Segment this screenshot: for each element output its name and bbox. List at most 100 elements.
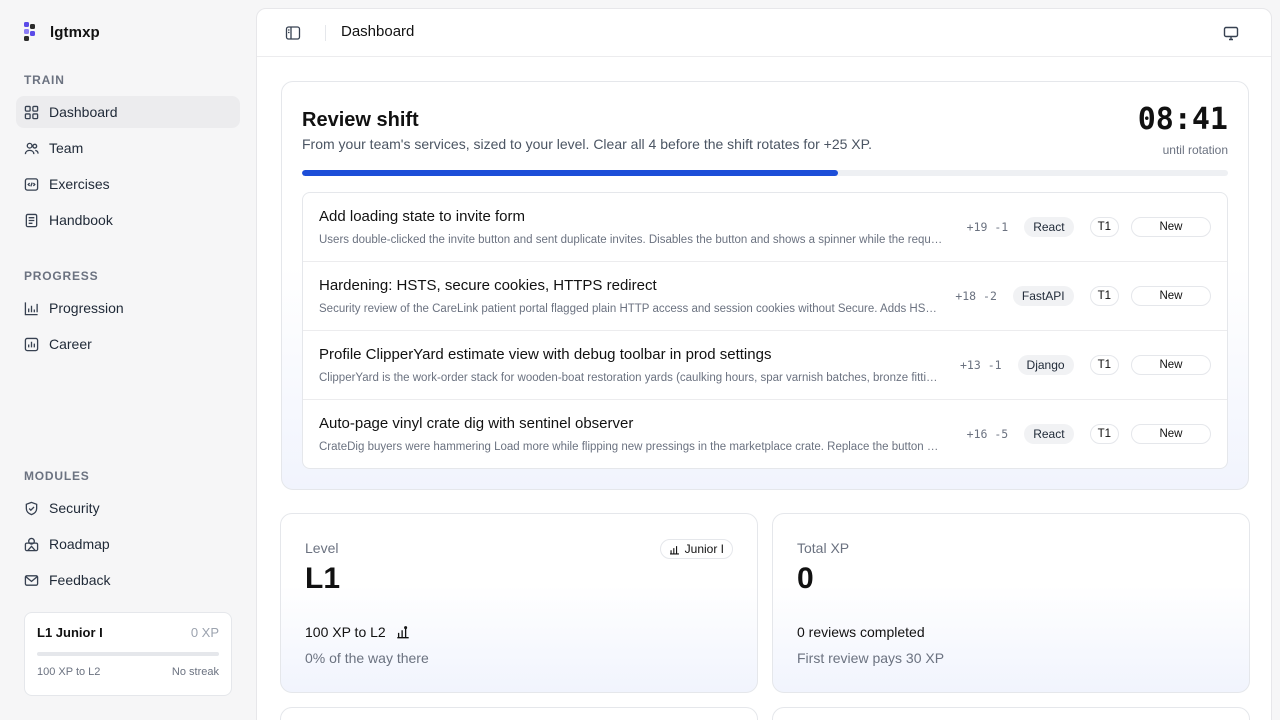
bar-chart-icon	[24, 301, 38, 315]
user-level-title: L1 Junior I	[37, 625, 103, 640]
lines-removed: -2	[983, 289, 997, 303]
user-streak: No streak	[171, 666, 219, 678]
lines-added: +13	[959, 358, 981, 372]
lines-removed: -1	[994, 220, 1009, 234]
level-card: Level Junior I L1 100 XP to L2 0% of the…	[280, 513, 758, 693]
app-name: lgtmxp	[50, 23, 100, 41]
task-description: Users double-clicked the invite button a…	[319, 234, 943, 246]
sidebar-item-career[interactable]: Career	[16, 328, 240, 360]
xp-value: 0	[797, 562, 814, 595]
task-description: ClipperYard is the work-order stack for …	[319, 372, 943, 384]
task-title: Profile ClipperYard estimate view with d…	[319, 346, 772, 363]
task-row[interactable]: Hardening: HSTS, secure cookies, HTTPS r…	[303, 262, 1227, 331]
section-label-progress: PROGRESS	[24, 269, 99, 283]
status-badge: New	[1131, 355, 1211, 375]
user-level-card[interactable]: L1 Junior I 0 XP 100 XP to L2 No streak	[24, 612, 232, 696]
sidebar-item-label: Feedback	[49, 572, 111, 588]
lines-removed: -1	[987, 358, 1002, 372]
mail-icon	[24, 574, 39, 586]
divider	[325, 25, 326, 41]
rank-badge: Junior I	[659, 539, 733, 559]
lines-added: +18	[955, 289, 977, 303]
stack-badge: FastAPI	[1012, 286, 1074, 306]
users-icon	[24, 142, 39, 154]
sidebar-item-handbook[interactable]: Handbook	[16, 204, 240, 236]
task-title: Add loading state to invite form	[319, 208, 525, 225]
tier-badge: T1	[1089, 217, 1119, 237]
sidebar-item-exercises[interactable]: Exercises	[16, 168, 240, 200]
sidebar-item-label: Roadmap	[49, 536, 110, 552]
tier-badge: T1	[1089, 424, 1119, 444]
task-meta: +19 -1 React T1 New	[967, 217, 1211, 237]
task-list: Add loading state to invite form Users d…	[302, 192, 1228, 469]
task-description: CrateDig buyers were hammering Load more…	[319, 441, 943, 453]
stack-badge: React	[1024, 217, 1074, 237]
shift-timer: 08:41	[1137, 102, 1228, 137]
bar-chart-icon	[397, 626, 409, 639]
page-title: Dashboard	[341, 23, 415, 40]
sidebar: lgtmxp TRAIN Dashboard Team Exercises Ha…	[0, 0, 256, 720]
task-title: Hardening: HSTS, secure cookies, HTTPS r…	[319, 277, 657, 294]
sidebar-toggle-icon[interactable]	[285, 25, 301, 41]
card-partial	[280, 707, 758, 720]
shift-progress-fill	[302, 170, 839, 176]
xp-label: Total XP	[797, 540, 850, 556]
card-partial	[772, 707, 1250, 720]
sidebar-item-label: Security	[49, 500, 100, 516]
sidebar-item-label: Dashboard	[49, 104, 118, 120]
level-percent: 0% of the way there	[305, 650, 429, 666]
user-xp-to-next: 100 XP to L2	[37, 666, 101, 678]
task-description: Security review of the CareLink patient …	[319, 303, 943, 315]
task-row[interactable]: Auto-page vinyl crate dig with sentinel …	[303, 400, 1227, 468]
top-bar: Dashboard	[257, 9, 1271, 57]
section-label-train: TRAIN	[24, 73, 65, 87]
total-xp-card: Total XP 0 0 reviews completed First rev…	[772, 513, 1250, 693]
stack-badge: React	[1024, 424, 1074, 444]
sidebar-item-label: Team	[49, 140, 84, 156]
sidebar-item-dashboard[interactable]: Dashboard	[16, 96, 240, 128]
user-xp-progress-bar	[37, 652, 219, 656]
lines-removed: -5	[994, 427, 1009, 441]
level-label: Level	[305, 540, 339, 556]
lines-added: +19	[966, 220, 988, 234]
task-row[interactable]: Profile ClipperYard estimate view with d…	[303, 331, 1227, 400]
shift-timer-label: until rotation	[1162, 143, 1228, 157]
task-meta: +16 -5 React T1 New	[967, 424, 1211, 444]
brand[interactable]: lgtmxp	[24, 22, 100, 42]
task-meta: +18 -2 FastAPI T1 New	[955, 286, 1211, 306]
task-diffstat: +18 -2	[955, 289, 997, 303]
tier-badge: T1	[1089, 286, 1119, 306]
sidebar-item-label: Progression	[49, 300, 124, 316]
task-diffstat: +13 -1	[960, 358, 1002, 372]
grid-icon	[24, 105, 39, 119]
rank-badge-label: Junior I	[684, 542, 724, 556]
sidebar-item-label: Career	[49, 336, 92, 352]
monitor-icon[interactable]	[1223, 25, 1239, 41]
shift-title: Review shift	[302, 109, 419, 131]
shield-check-icon	[25, 501, 38, 515]
logo-icon	[24, 22, 40, 42]
code-file-icon	[24, 177, 39, 191]
stack-badge: Django	[1017, 355, 1074, 375]
sidebar-item-feedback[interactable]: Feedback	[16, 564, 240, 596]
sidebar-item-label: Exercises	[49, 176, 110, 192]
review-shift-panel: Review shift From your team's services, …	[281, 81, 1249, 490]
status-badge: New	[1131, 286, 1211, 306]
sidebar-item-team[interactable]: Team	[16, 132, 240, 164]
task-meta: +13 -1 Django T1 New	[960, 355, 1211, 375]
sidebar-item-roadmap[interactable]: Roadmap	[16, 528, 240, 560]
map-icon	[24, 537, 39, 551]
sidebar-item-progression[interactable]: Progression	[16, 292, 240, 324]
lines-added: +16	[966, 427, 988, 441]
tier-badge: T1	[1089, 355, 1119, 375]
task-diffstat: +19 -1	[967, 220, 1009, 234]
status-badge: New	[1131, 217, 1211, 237]
sidebar-item-label: Handbook	[49, 212, 113, 228]
level-to-next: 100 XP to L2	[305, 624, 386, 640]
sidebar-item-security[interactable]: Security	[16, 492, 240, 524]
user-xp: 0 XP	[190, 625, 219, 640]
shift-progress-bar	[302, 170, 1228, 176]
level-value: L1	[305, 562, 341, 595]
book-icon	[25, 213, 38, 227]
task-row[interactable]: Add loading state to invite form Users d…	[303, 193, 1227, 262]
